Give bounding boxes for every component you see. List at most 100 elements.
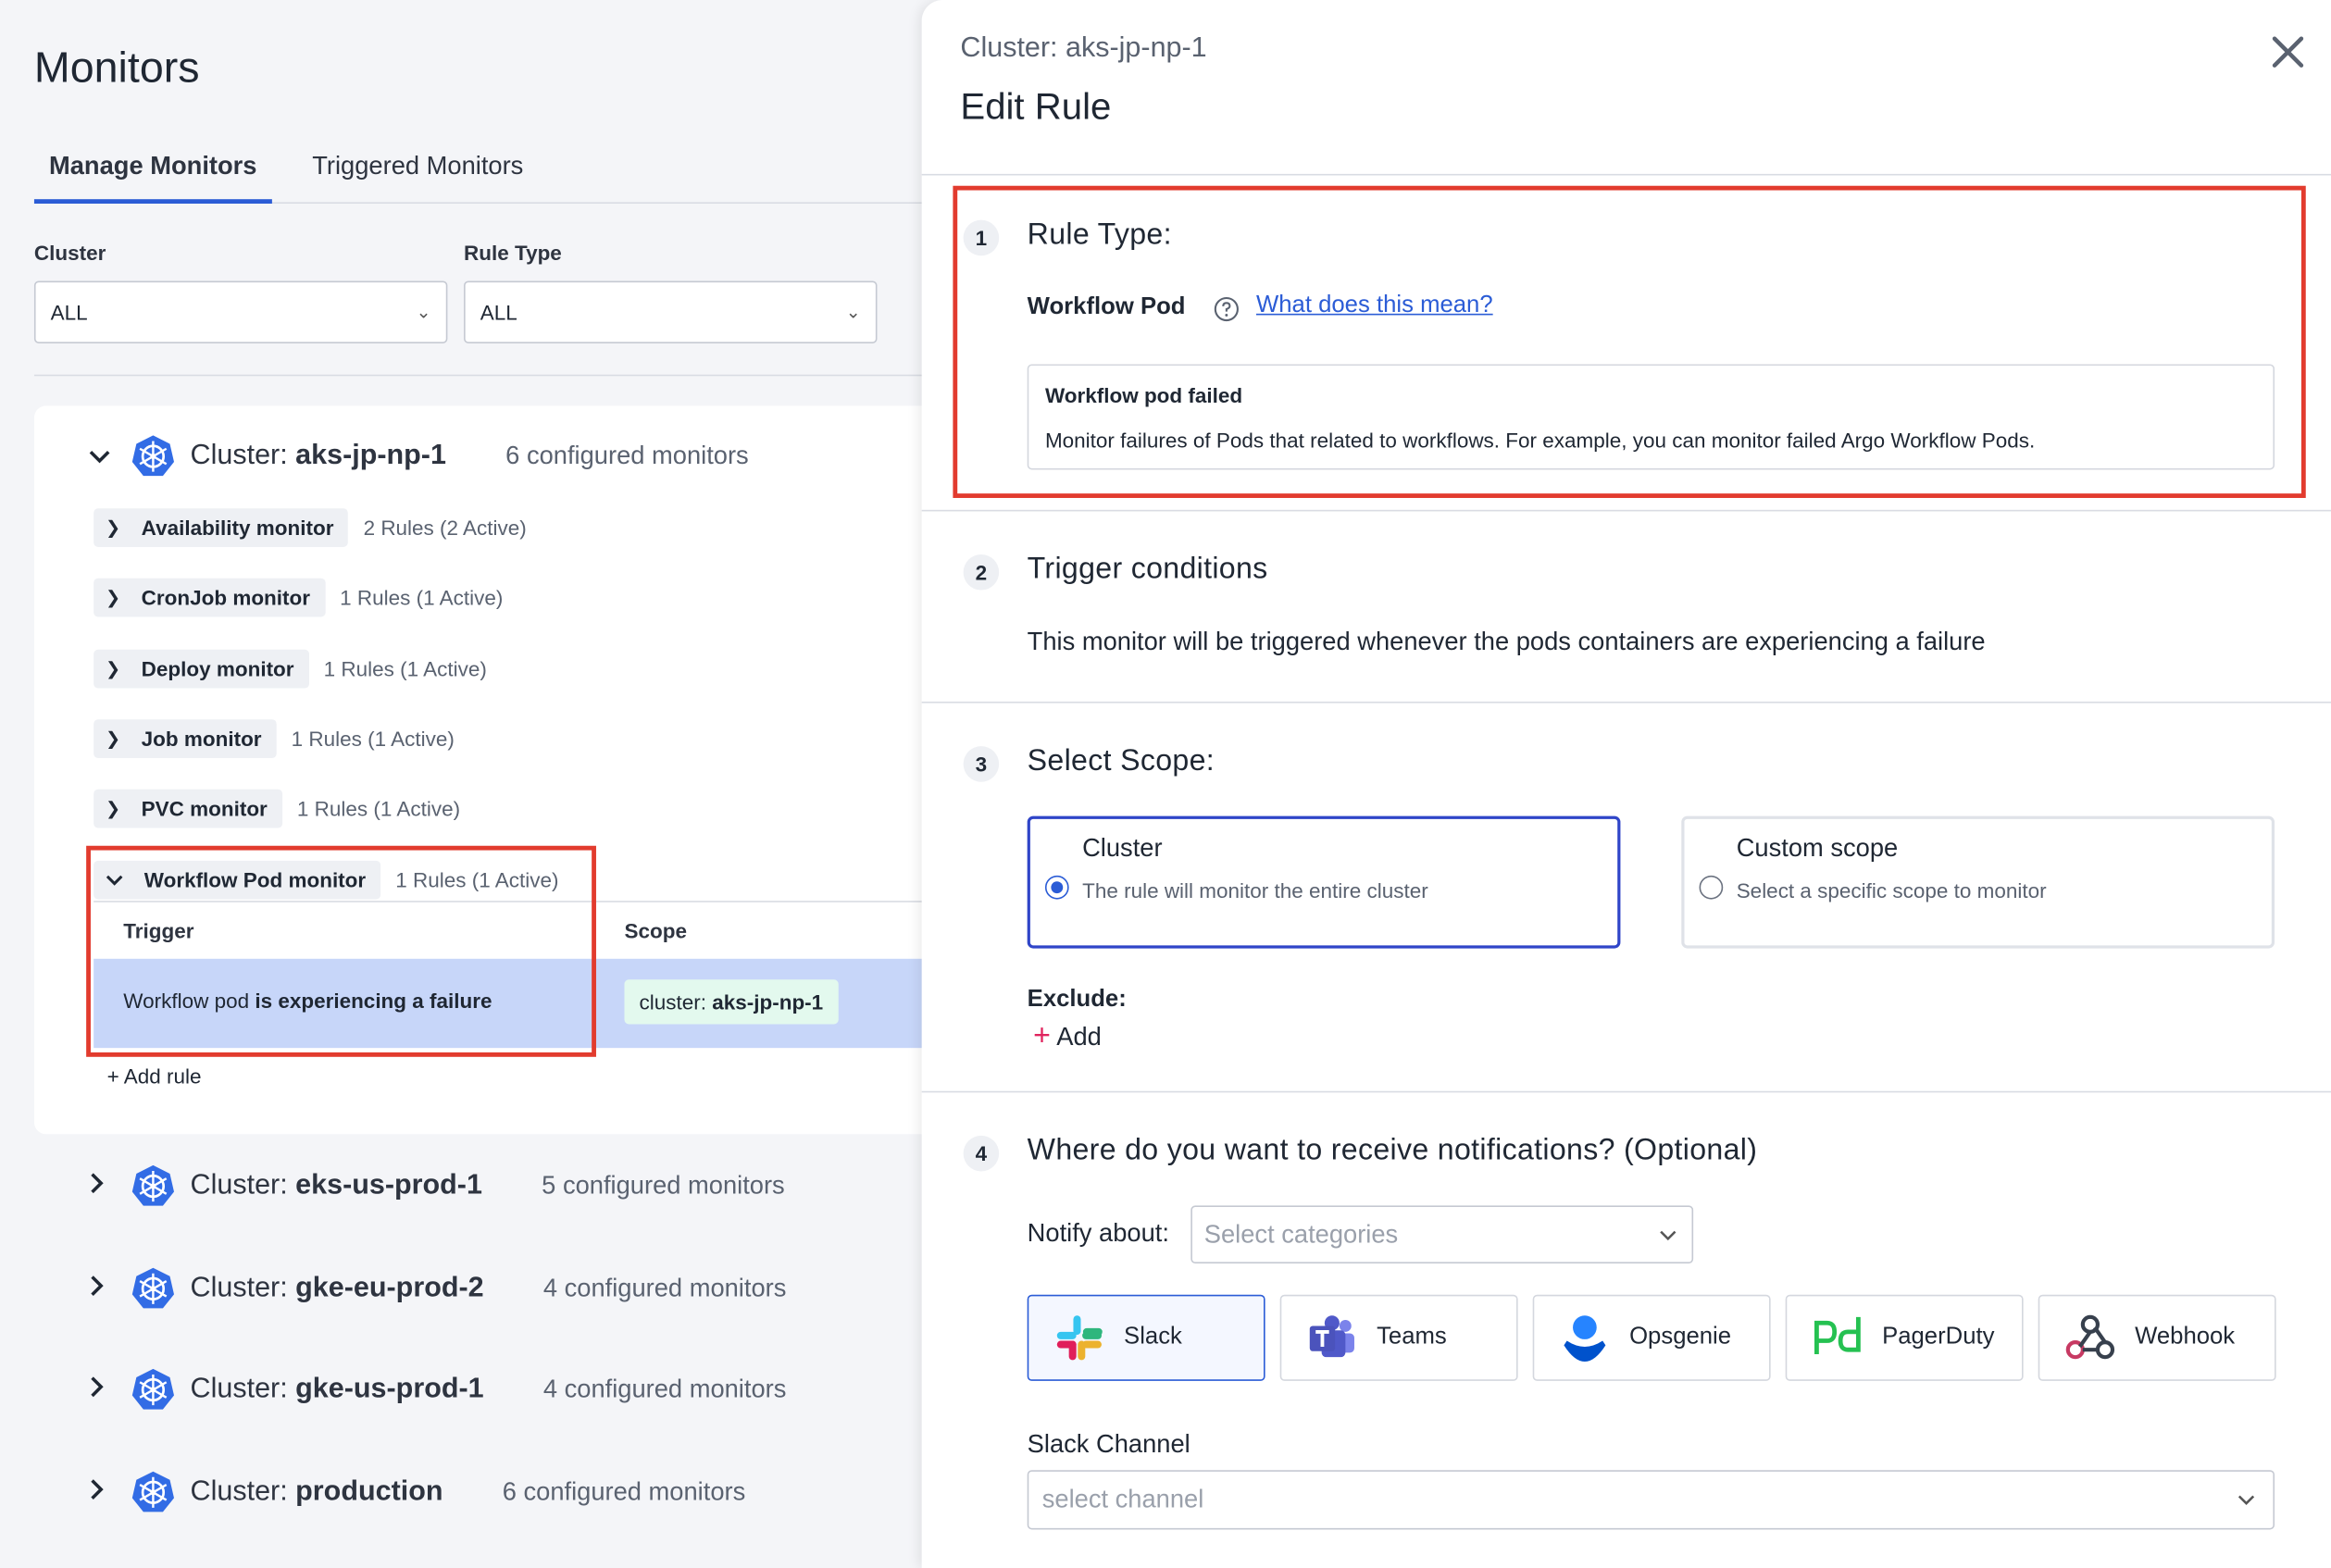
- monitor-chip[interactable]: ❯ PVC monitor: [93, 789, 282, 828]
- cluster-monitor-count: 6 configured monitors: [502, 1477, 746, 1506]
- cluster-monitor-count: 6 configured monitors: [505, 441, 749, 470]
- scope-option-custom[interactable]: Custom scope Select a specific scope to …: [1681, 815, 2275, 949]
- divider: [921, 701, 2331, 703]
- notify-categories-select[interactable]: Select categories: [1190, 1205, 1694, 1264]
- tab-bar: Manage Monitors Triggered Monitors: [33, 144, 952, 205]
- column-separator: [594, 902, 596, 959]
- rule-type-filter-select[interactable]: ALL ⌄: [464, 280, 878, 343]
- monitor-row-deploy[interactable]: ❯ Deploy monitor 1 Rules (1 Active): [93, 649, 487, 689]
- cluster-name: Cluster: production: [190, 1475, 443, 1508]
- tab-manage-monitors[interactable]: Manage Monitors: [33, 144, 272, 205]
- channel-label: Opsgenie: [1629, 1324, 1732, 1350]
- chevron-down-icon[interactable]: [89, 443, 116, 468]
- cluster-row-gke-eu-prod-2[interactable]: Cluster: gke-eu-prod-2 4 configured moni…: [89, 1263, 786, 1314]
- chevron-right-icon: ❯: [106, 516, 121, 539]
- divider: [33, 374, 927, 377]
- help-circle-icon[interactable]: [1213, 296, 1240, 323]
- trigger-condition-text: This monitor will be triggered whenever …: [1027, 627, 1986, 656]
- rule-type-label: Workflow Pod: [1027, 293, 1186, 320]
- close-icon[interactable]: [2265, 30, 2310, 74]
- monitor-rules-count: 1 Rules (1 Active): [323, 656, 487, 681]
- chevron-right-icon[interactable]: [89, 1173, 116, 1200]
- cluster-row-aks-jp-np-1[interactable]: Cluster: aks-jp-np-1 6 configured monito…: [89, 431, 749, 482]
- rule-type-box-title: Workflow pod failed: [1044, 383, 1243, 408]
- channel-pagerduty-button[interactable]: PagerDuty: [1785, 1294, 2024, 1381]
- chevron-right-icon[interactable]: [89, 1479, 116, 1506]
- scope-option-description: The rule will monitor the entire cluster: [1082, 878, 1428, 902]
- monitor-row-job[interactable]: ❯ Job monitor 1 Rules (1 Active): [93, 719, 455, 759]
- chevron-down-icon: [2238, 1472, 2255, 1528]
- help-link[interactable]: What does this mean?: [1256, 292, 1493, 319]
- monitor-name: Availability monitor: [141, 516, 334, 540]
- radio-unselected[interactable]: [1699, 875, 1724, 900]
- exclude-add-button[interactable]: + Add: [1033, 1020, 1102, 1054]
- chevron-right-icon[interactable]: [89, 1376, 116, 1403]
- exclude-add-label: Add: [1056, 1022, 1102, 1052]
- kubernetes-icon: [131, 1368, 174, 1410]
- chevron-right-icon: ❯: [106, 587, 121, 608]
- monitor-chip[interactable]: ❯ Availability monitor: [93, 508, 349, 547]
- monitor-row-cronjob[interactable]: ❯ CronJob monitor 1 Rules (1 Active): [93, 578, 504, 617]
- scope-chip: cluster: aks-jp-np-1: [624, 979, 839, 1025]
- slack-icon: [1056, 1315, 1103, 1361]
- cluster-monitor-count: 4 configured monitors: [542, 1274, 787, 1302]
- cluster-name: Cluster: gke-eu-prod-2: [190, 1272, 484, 1304]
- rule-type-description-box: Workflow pod failed Monitor failures of …: [1027, 364, 2275, 470]
- step-title: Select Scope:: [1027, 744, 1215, 778]
- monitor-rules-count: 2 Rules (2 Active): [363, 516, 527, 540]
- column-header-trigger: Trigger: [123, 918, 194, 943]
- column-header-scope: Scope: [624, 918, 687, 943]
- drawer-title: Edit Rule: [960, 86, 1112, 129]
- page-title: Monitors: [33, 44, 200, 93]
- cluster-filter-label: Cluster: [33, 241, 106, 265]
- webhook-icon: [2065, 1314, 2115, 1360]
- chevron-down-icon: ⌄: [416, 301, 431, 323]
- step-title: Trigger conditions: [1027, 553, 1268, 586]
- monitor-row-pvc[interactable]: ❯ PVC monitor 1 Rules (1 Active): [93, 789, 460, 828]
- channel-opsgenie-button[interactable]: Opsgenie: [1532, 1294, 1771, 1381]
- monitor-chip[interactable]: ❯ CronJob monitor: [93, 578, 326, 617]
- divider: [921, 173, 2331, 176]
- tab-triggered-monitors[interactable]: Triggered Monitors: [312, 144, 523, 204]
- step-number: 2: [963, 554, 1000, 591]
- channel-label: Webhook: [2135, 1324, 2236, 1350]
- cluster-name: Cluster: gke-us-prod-1: [190, 1373, 484, 1405]
- cluster-row-production[interactable]: Cluster: production 6 configured monitor…: [89, 1467, 745, 1518]
- channel-teams-button[interactable]: Teams: [1279, 1294, 1518, 1381]
- notify-placeholder: Select categories: [1203, 1220, 1399, 1249]
- chevron-right-icon[interactable]: [89, 1276, 116, 1302]
- drawer-subtitle: Cluster: aks-jp-np-1: [960, 32, 1207, 65]
- step-number: 4: [963, 1135, 1000, 1172]
- monitor-name: Job monitor: [141, 727, 262, 751]
- kubernetes-icon: [131, 1164, 174, 1206]
- channel-webhook-button[interactable]: Webhook: [2038, 1294, 2276, 1381]
- kubernetes-icon: [131, 1471, 174, 1512]
- plus-icon: +: [1033, 1019, 1051, 1052]
- monitor-chip[interactable]: ❯ Deploy monitor: [93, 649, 309, 689]
- channel-slack-button[interactable]: Slack: [1027, 1294, 1265, 1381]
- scope-option-cluster[interactable]: Cluster The rule will monitor the entire…: [1027, 815, 1621, 949]
- monitor-chip[interactable]: Workflow Pod monitor: [93, 860, 381, 900]
- teams-icon: [1309, 1315, 1354, 1358]
- add-rule-button[interactable]: + Add rule: [107, 1064, 202, 1089]
- cluster-row-gke-us-prod-1[interactable]: Cluster: gke-us-prod-1 4 configured moni…: [89, 1364, 786, 1415]
- step-title: Where do you want to receive notificatio…: [1027, 1134, 1758, 1167]
- monitor-chip[interactable]: ❯ Job monitor: [93, 719, 277, 759]
- slack-channel-select[interactable]: select channel: [1027, 1470, 2275, 1530]
- radio-selected[interactable]: [1044, 875, 1069, 900]
- scope-option-title: Custom scope: [1736, 833, 1899, 863]
- monitor-row-availability[interactable]: ❯ Availability monitor 2 Rules (2 Active): [93, 508, 527, 547]
- rule-type-box-description: Monitor failures of Pods that related to…: [1044, 428, 2036, 453]
- monitor-row-workflow-pod[interactable]: Workflow Pod monitor 1 Rules (1 Active): [93, 860, 558, 900]
- rule-type-filter-label: Rule Type: [464, 241, 562, 265]
- monitor-rules-count: 1 Rules (1 Active): [340, 585, 504, 610]
- opsgenie-icon: [1564, 1315, 1606, 1363]
- cluster-name: Cluster: eks-us-prod-1: [190, 1169, 482, 1201]
- monitor-rules-count: 1 Rules (1 Active): [291, 727, 455, 751]
- cluster-row-eks-us-prod-1[interactable]: Cluster: eks-us-prod-1 5 configured moni…: [89, 1161, 785, 1212]
- divider: [921, 509, 2331, 512]
- channel-label: Teams: [1377, 1324, 1447, 1350]
- step-number: 3: [963, 746, 1000, 782]
- cluster-filter-select[interactable]: ALL ⌄: [33, 280, 448, 343]
- chevron-down-icon: [106, 869, 123, 890]
